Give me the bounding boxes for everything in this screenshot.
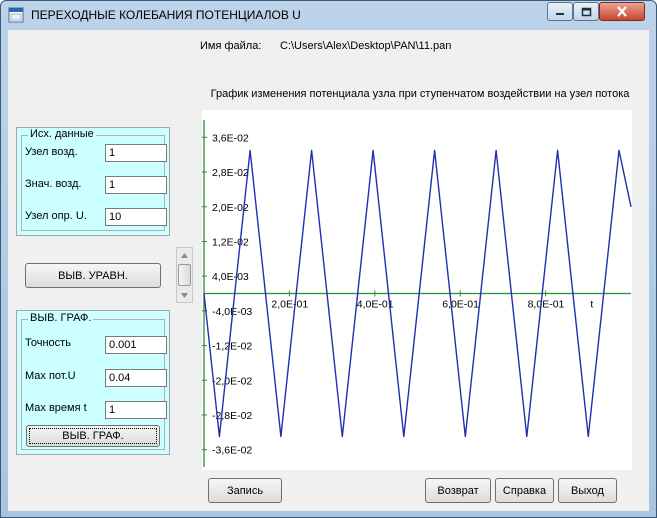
y-tick-label: 1,2E-02: [212, 236, 249, 248]
graph-settings-legend: ВЫВ. ГРАФ.: [28, 312, 94, 324]
precision-label: Точность: [25, 337, 71, 349]
y-tick-label: 3,6E-02: [212, 132, 249, 144]
y-tick-label: 4,0E-03: [212, 271, 249, 283]
chevron-down-icon: [181, 292, 188, 298]
y-tick-label: -2,0E-02: [212, 375, 252, 387]
source-node-label: Узел возд.: [25, 146, 78, 158]
max-potential-label: Мах пот.U: [25, 370, 76, 382]
x-tick-label: 6,0E-01: [442, 299, 479, 311]
scroll-thumb[interactable]: [178, 264, 191, 286]
help-button[interactable]: Справка: [495, 478, 554, 503]
scroll-up-button[interactable]: [177, 248, 192, 262]
input-data-legend: Исх. данные: [28, 128, 96, 140]
y-tick-label: 2,8E-02: [212, 167, 249, 179]
minimize-button[interactable]: [547, 2, 573, 21]
exit-button[interactable]: Выход: [558, 478, 617, 503]
chart-plot-area: 3,6E-022,8E-022,0E-021,2E-024,0E-03-4,0E…: [202, 110, 632, 470]
x-tick-label: 4,0E-01: [357, 299, 394, 311]
file-name-label: Имя файла:: [200, 40, 262, 52]
x-tick-label: 8,0E-01: [528, 299, 565, 311]
main-window: ПЕРЕХОДНЫЕ КОЛЕБАНИЯ ПОТЕНЦИАЛОВ U Имя ф…: [0, 0, 657, 518]
y-tick-label: -1,2E-02: [212, 341, 252, 353]
max-time-label: Мах время t: [25, 402, 87, 414]
close-icon: [617, 6, 627, 17]
source-value-label: Знач. возд.: [25, 178, 82, 190]
file-path: C:\Users\Alex\Desktop\PAN\11.pan: [280, 40, 452, 52]
max-potential-input[interactable]: [105, 369, 167, 387]
x-axis-label: t: [590, 299, 593, 311]
minimize-icon: [556, 12, 564, 15]
input-data-panel: Исх. данные Узел возд. Знач. возд. Узел …: [16, 127, 170, 236]
target-node-label: Узел опр. U.: [25, 210, 87, 222]
back-button[interactable]: Возврат: [425, 478, 491, 503]
close-button[interactable]: [599, 2, 645, 21]
maximize-button[interactable]: [573, 2, 599, 21]
x-tick-label: 2,0E-01: [271, 299, 308, 311]
show-equations-button[interactable]: ВЫВ. УРАВН.: [25, 263, 161, 288]
title-bar[interactable]: ПЕРЕХОДНЫЕ КОЛЕБАНИЯ ПОТЕНЦИАЛОВ U: [1, 1, 656, 29]
source-node-input[interactable]: [105, 144, 167, 162]
y-tick-label: -3,6E-02: [212, 445, 252, 457]
chart-title: График изменения потенциала узла при сту…: [210, 88, 630, 100]
save-button[interactable]: Запись: [208, 478, 282, 503]
precision-input[interactable]: [105, 336, 167, 354]
target-node-input[interactable]: [105, 208, 167, 226]
vertical-scrollbar[interactable]: [176, 247, 193, 303]
max-time-input[interactable]: [105, 401, 167, 419]
graph-settings-panel: ВЫВ. ГРАФ. Точность Мах пот.U Мах время …: [16, 310, 170, 455]
app-icon: [8, 7, 24, 23]
client-area: Имя файла: C:\Users\Alex\Desktop\PAN\11.…: [8, 30, 649, 511]
chevron-up-icon: [181, 252, 188, 258]
window-title: ПЕРЕХОДНЫЕ КОЛЕБАНИЯ ПОТЕНЦИАЛОВ U: [31, 8, 301, 22]
maximize-icon: [581, 7, 591, 16]
show-graph-button[interactable]: ВЫВ. ГРАФ.: [26, 425, 160, 447]
scroll-down-button[interactable]: [177, 288, 192, 302]
source-value-input[interactable]: [105, 176, 167, 194]
